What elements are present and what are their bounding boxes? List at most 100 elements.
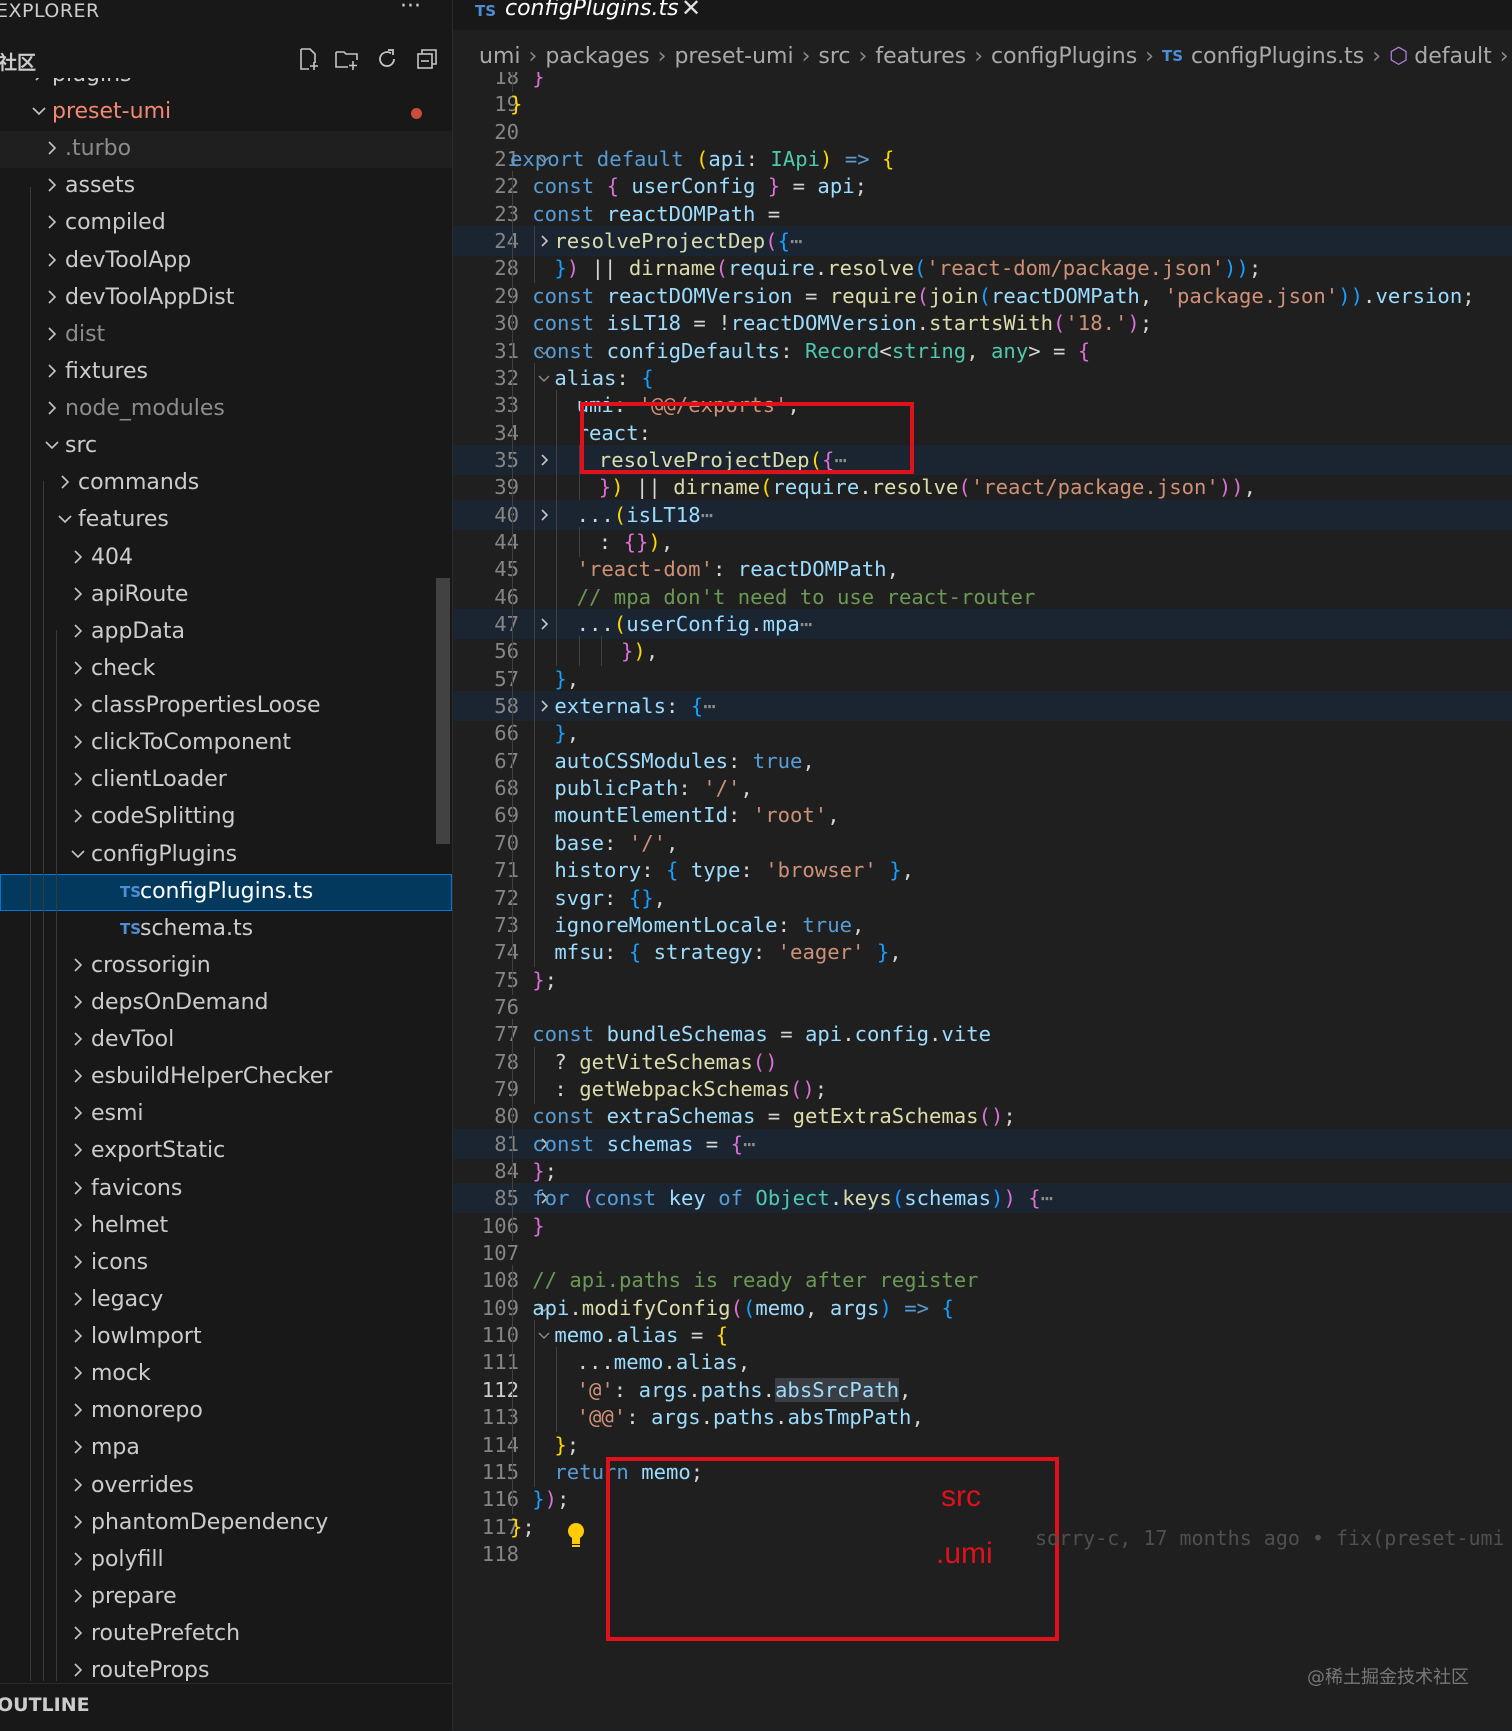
chevron-right-icon[interactable] [69,1510,87,1534]
tree-folder[interactable]: plugins [0,78,452,94]
breadcrumb-item[interactable]: umi [479,44,521,69]
chevron-right-icon[interactable] [56,470,74,494]
chevron-right-icon[interactable] [43,136,61,160]
tree-file[interactable]: TS configPlugins.ts [0,873,452,911]
tree-folder[interactable]: devToolAppDist [0,280,452,317]
code-line[interactable]: 72 svgr: {}, [453,882,1512,913]
chevron-right-icon[interactable] [69,1101,87,1125]
tree-folder[interactable]: overrides [0,1468,452,1505]
chevron-right-icon[interactable] [69,1287,87,1311]
breadcrumb-item[interactable]: configPlugins [991,44,1137,69]
code-line[interactable]: 19} [453,89,1512,119]
code-line[interactable]: 47 ...(userConfig.mpa⋯ [453,609,1512,639]
code-line[interactable]: 114}; [453,1429,1512,1460]
tree-folder[interactable]: classPropertiesLoose [0,688,452,725]
code-line[interactable]: 77 const bundleSchemas = api.config.vite [453,1019,1512,1050]
code-line[interactable]: 68 publicPath: '/', [453,773,1512,804]
tree-folder[interactable]: configPlugins [0,837,452,874]
tree-folder[interactable]: 404 [0,540,452,577]
breadcrumb-item[interactable]: packages [545,44,649,69]
fold-chevron-right-icon[interactable] [536,695,552,720]
chevron-right-icon[interactable] [69,1398,87,1422]
tree-folder[interactable]: features [0,502,452,539]
tree-folder[interactable]: src [0,428,452,465]
code-line[interactable]: 29 const reactDOMVersion = require(join(r… [453,280,1512,311]
new-folder-icon[interactable] [334,46,360,72]
breadcrumb-item[interactable]: preset-umi [674,44,793,69]
tree-folder[interactable]: .turbo [0,131,452,169]
chevron-right-icon[interactable] [43,173,61,197]
tree-folder[interactable]: routePrefetch [0,1616,452,1653]
fold-chevron-right-icon[interactable] [536,449,552,474]
fold-chevron-right-icon[interactable] [536,230,552,255]
chevron-right-icon[interactable] [69,1064,87,1088]
tree-folder[interactable]: preset-umi [0,94,452,131]
code-line[interactable]: 32 alias: { [453,362,1512,393]
tree-folder[interactable]: codeSplitting [0,799,452,836]
sidebar-scrollbar[interactable] [436,578,450,844]
code-line[interactable]: 79: getWebpackSchemas(); [453,1073,1512,1104]
breadcrumb-item[interactable]: src [818,44,850,69]
chevron-right-icon[interactable] [69,1176,87,1200]
tree-folder[interactable]: esbuildHelperChecker [0,1059,452,1096]
tree-folder[interactable]: dist [0,317,452,354]
fold-chevron-right-icon[interactable] [536,504,552,529]
chevron-right-icon[interactable] [69,1473,87,1497]
code-line[interactable]: 44: {}), [453,526,1512,557]
tree-folder[interactable]: clientLoader [0,762,452,799]
code-line[interactable]: 84}; [453,1156,1512,1186]
code-line[interactable]: 40 ...(isLT18⋯ [453,499,1512,530]
chevron-right-icon[interactable] [69,804,87,828]
code-line[interactable]: 23 const reactDOMPath = [453,198,1512,229]
chevron-right-icon[interactable] [69,619,87,643]
chevron-down-icon[interactable] [56,507,74,531]
code-line[interactable]: 58 externals: {⋯ [453,691,1512,722]
code-line[interactable]: 75}; [453,964,1512,995]
chevron-right-icon[interactable] [43,359,61,383]
chevron-right-icon[interactable] [69,990,87,1014]
code-line[interactable]: 73 ignoreMomentLocale: true, [453,909,1512,940]
code-line[interactable]: 76 [453,992,1512,1022]
tree-folder[interactable]: depsOnDemand [0,985,452,1022]
chevron-right-icon[interactable] [69,1324,87,1348]
chevron-right-icon[interactable] [69,582,87,606]
code-line[interactable]: 109 api.modifyConfig((memo, args) => { [453,1292,1512,1323]
code-line[interactable]: 108 // api.paths is ready after register [453,1265,1512,1296]
close-icon[interactable]: ✕ [681,0,701,22]
chevron-down-icon[interactable] [30,99,48,123]
fold-chevron-right-icon[interactable] [536,613,552,638]
lightbulb-icon[interactable] [565,1520,587,1550]
tree-folder[interactable]: mock [0,1356,452,1393]
tree-folder[interactable]: node_modules [0,391,452,428]
tree-folder[interactable]: favicons [0,1171,452,1208]
tree-folder[interactable]: appData [0,614,452,651]
chevron-right-icon[interactable] [69,656,87,680]
code-line[interactable]: 20 [453,117,1512,147]
chevron-right-icon[interactable] [69,1658,87,1681]
tree-folder[interactable]: clickToComponent [0,725,452,762]
tree-folder[interactable]: phantomDependency [0,1505,452,1542]
tree-folder[interactable]: commands [0,465,452,502]
tree-folder[interactable]: lowImport [0,1319,452,1356]
tree-folder[interactable]: legacy [0,1282,452,1319]
chevron-right-icon[interactable] [43,396,61,420]
code-line[interactable]: 28}) || dirname(require.resolve('react-d… [453,253,1512,284]
chevron-down-icon[interactable] [43,433,61,457]
tree-folder[interactable]: prepare [0,1579,452,1616]
code-line[interactable]: 66}, [453,718,1512,749]
tree-folder[interactable]: assets [0,168,452,205]
code-line[interactable]: 56}), [453,636,1512,667]
tree-folder[interactable]: exportStatic [0,1133,452,1170]
code-line[interactable]: 78 ? getViteSchemas() [453,1046,1512,1077]
code-line[interactable]: 81 const schemas = {⋯ [453,1128,1512,1159]
chevron-right-icon[interactable] [69,1435,87,1459]
refresh-icon[interactable] [374,46,400,72]
code-area[interactable]: 18} 19} 20 21 export default (api: IApi) => … [453,72,1512,1730]
tree-folder[interactable]: helmet [0,1208,452,1245]
breadcrumb-item[interactable]: TS configPlugins.ts [1162,44,1364,69]
chevron-right-icon[interactable] [43,322,61,346]
chevron-right-icon[interactable] [69,1250,87,1274]
chevron-right-icon[interactable] [43,285,61,309]
chevron-right-icon[interactable] [69,767,87,791]
code-line[interactable]: 110 memo.alias = { [453,1320,1512,1351]
